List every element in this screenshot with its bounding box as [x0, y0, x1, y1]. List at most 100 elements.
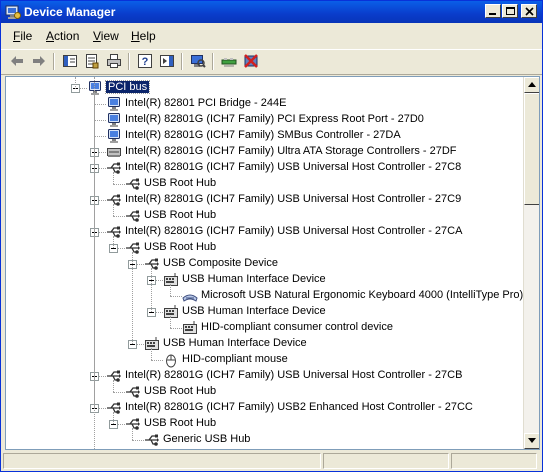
back-button[interactable] [7, 52, 27, 70]
menu-file[interactable]: File [13, 29, 32, 43]
tree-guide-line [170, 316, 171, 328]
menu-help[interactable]: Help [131, 29, 156, 43]
tree-item[interactable]: USB Composite Device [6, 256, 523, 272]
tree-item-label: USB Root Hub [144, 385, 217, 397]
title-bar[interactable]: Device Manager [1, 1, 542, 23]
tree-item[interactable]: Intel(R) 82801G (ICH7 Family) USB Univer… [6, 160, 523, 176]
tree-item[interactable]: USB Human Interface Device [6, 304, 523, 320]
uninstall-icon [244, 54, 258, 68]
tree-item[interactable]: USB Root Hub [6, 176, 523, 192]
print-button[interactable] [104, 52, 124, 70]
tree-item-label: USB Root Hub [144, 241, 217, 253]
minimize-button[interactable] [485, 4, 501, 18]
vertical-scrollbar[interactable] [523, 77, 539, 449]
usb-icon [126, 178, 140, 190]
scroll-thumb[interactable] [524, 93, 539, 205]
tree-connector [132, 440, 144, 441]
svg-text:?: ? [142, 56, 149, 68]
toolbar-separator [128, 53, 130, 70]
keyboard-icon [182, 294, 198, 302]
maximize-button[interactable] [502, 4, 518, 18]
properties-icon [86, 54, 99, 69]
device-tree-view[interactable]: PCI bus Intel(R) 82801 PCI Bridge - 244E I… [5, 76, 540, 450]
tree-item[interactable]: PCI bus [6, 80, 523, 96]
print-icon [107, 54, 121, 68]
close-button[interactable] [521, 4, 537, 18]
tree-item-label: Intel(R) 82801 PCI Bridge - 244E [125, 97, 287, 109]
toolbar-separator [53, 53, 55, 70]
tree-item[interactable]: Intel(R) 82801G (ICH7 Family) SMBus Cont… [6, 128, 523, 144]
tree-item[interactable]: USB Root Hub [6, 240, 523, 256]
update-driver-icon [221, 58, 237, 67]
tree-item-label: Intel(R) 82801G (ICH7 Family) Ultra ATA … [125, 145, 457, 157]
tree-item-label: Intel(R) 82801G (ICH7 Family) USB Univer… [125, 369, 463, 381]
tree-item-label: HID-compliant mouse [182, 353, 288, 365]
tree-item[interactable]: Intel(R) 82801G (ICH7 Family) USB2 Enhan… [6, 400, 523, 416]
tree-item-label: USB Root Hub [144, 177, 217, 189]
show-hide-action-pane-button[interactable] [157, 52, 177, 70]
menu-bar: File Action View Help [1, 25, 542, 47]
usb-icon [126, 242, 140, 254]
tree-connector [94, 104, 106, 105]
uninstall-button[interactable] [241, 52, 261, 70]
device-monitor-icon [108, 113, 120, 127]
scan-hardware-button[interactable] [188, 52, 208, 70]
tree-guide-line [113, 236, 114, 248]
forward-button[interactable] [29, 52, 49, 70]
properties-button[interactable] [82, 52, 102, 70]
scroll-up-button[interactable] [524, 77, 539, 93]
tree-item[interactable]: Intel(R) 82801G (ICH7 Family) USB Univer… [6, 192, 523, 208]
tree-item-label: Intel(R) 82801G (ICH7 Family) SMBus Cont… [125, 129, 401, 141]
tree-item[interactable]: HID-compliant mouse [6, 352, 523, 368]
tree-item[interactable]: Generic USB Hub [6, 432, 523, 448]
tree-item[interactable]: HID-compliant consumer control device [6, 320, 523, 336]
status-cell-2 [323, 453, 449, 469]
maximize-icon [506, 7, 515, 15]
tree-guide-line [75, 77, 76, 89]
arrow-up-icon [528, 82, 536, 87]
tree-item-label: USB Root Hub [144, 209, 217, 221]
tree-item[interactable]: USB Root Hub [6, 384, 523, 400]
device-tree: PCI bus Intel(R) 82801 PCI Bridge - 244E I… [6, 77, 523, 449]
tree-item[interactable]: USB Human Interface Device [6, 336, 523, 352]
tree-item[interactable]: USB Root Hub [6, 208, 523, 224]
update-driver-button[interactable] [219, 52, 239, 70]
scroll-down-button[interactable] [524, 433, 539, 449]
tree-item[interactable]: USB Human Interface Device [6, 272, 523, 288]
back-arrow-icon [11, 56, 23, 66]
usb-icon [145, 434, 159, 446]
tree-guide-line [113, 412, 114, 424]
help-button[interactable]: ? [135, 52, 155, 70]
usb-icon [126, 418, 140, 430]
tree-guide-line [132, 252, 133, 344]
tree-item[interactable]: Intel(R) 82801G (ICH7 Family) USB Univer… [6, 368, 523, 384]
tree-guide-line [170, 284, 171, 296]
tree-item-label: Intel(R) 82801G (ICH7 Family) USB2 Enhan… [125, 401, 473, 413]
tree-item[interactable]: Microsoft USB Natural Ergonomic Keyboard… [6, 288, 523, 304]
help-icon: ? [138, 54, 152, 68]
window-title: Device Manager [24, 5, 116, 19]
tree-item[interactable]: Intel(R) 82801 PCI Bridge - 244E [6, 96, 523, 112]
tree-guide-line [132, 428, 133, 440]
tree-item-label: USB Human Interface Device [163, 337, 307, 349]
tree-connector [151, 360, 163, 361]
toolbar-separator [212, 53, 214, 70]
mouse-icon [166, 354, 176, 368]
tree-item-label: Intel(R) 82801G (ICH7 Family) PCI Expres… [125, 113, 424, 125]
minimize-icon [489, 13, 496, 15]
hid-device-icon [164, 273, 178, 286]
usb-icon [126, 210, 140, 222]
tree-item[interactable]: Intel(R) 82801G (ICH7 Family) PCI Expres… [6, 112, 523, 128]
menu-action[interactable]: Action [46, 29, 79, 43]
device-manager-icon [5, 5, 21, 19]
menu-view[interactable]: View [93, 29, 119, 43]
show-hide-tree-button[interactable] [60, 52, 80, 70]
tree-item[interactable]: Intel(R) 82801G (ICH7 Family) Ultra ATA … [6, 144, 523, 160]
hid-device-icon [164, 305, 178, 318]
tree-connector [94, 136, 106, 137]
tree-item[interactable]: USB Root Hub [6, 416, 523, 432]
tree-item[interactable]: Intel(R) 82801G (ICH7 Family) USB Univer… [6, 224, 523, 240]
status-cell-main [3, 453, 321, 469]
close-icon [525, 7, 534, 16]
tree-connector [113, 392, 125, 393]
